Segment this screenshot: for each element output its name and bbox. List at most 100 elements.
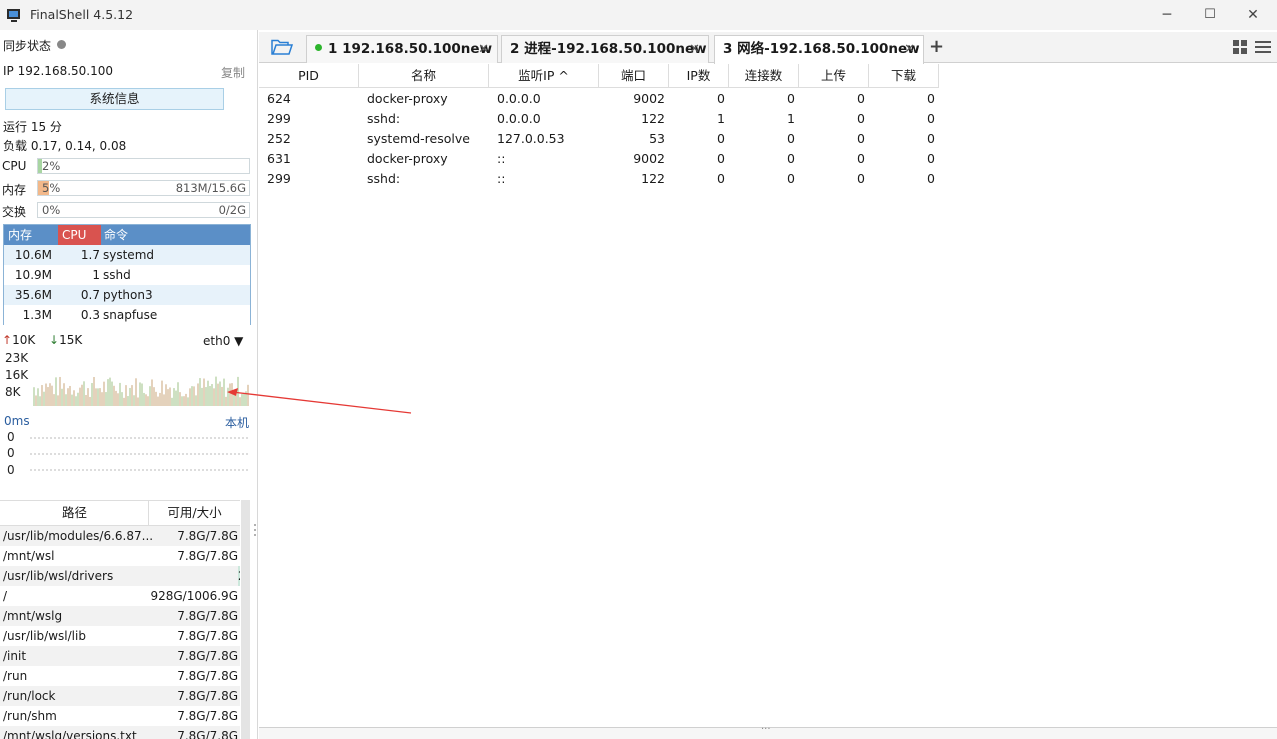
network-y-label: 23K bbox=[5, 351, 29, 365]
col-size[interactable]: 可用/大小 bbox=[148, 501, 240, 525]
cpu-meter: 2% bbox=[37, 158, 250, 174]
disk-path: /run/shm bbox=[3, 709, 57, 723]
uptime: 运行 15 分 bbox=[3, 120, 62, 134]
table-cell: 0 bbox=[857, 131, 865, 146]
table-row[interactable]: 624 docker-proxy 0.0.0.0 9002 0 0 0 0 bbox=[259, 89, 939, 109]
disk-row[interactable]: /usr/lib/wsl/lib 7.8G/7.8G bbox=[0, 626, 240, 646]
disk-path: /usr/lib/wsl/drivers bbox=[3, 569, 114, 583]
latency-y-label: 0 bbox=[7, 446, 15, 460]
tab-close-icon[interactable]: ✕ bbox=[478, 36, 489, 63]
disk-path: /usr/lib/wsl/lib bbox=[3, 629, 86, 643]
system-info-button[interactable]: 系统信息 bbox=[5, 88, 224, 110]
process-mem: 10.6M bbox=[14, 248, 52, 262]
tab-close-icon[interactable]: ✕ bbox=[689, 36, 700, 63]
table-row[interactable]: 299 sshd::: 122 0 0 0 0 bbox=[259, 169, 939, 189]
col-mem[interactable]: 内存 bbox=[8, 225, 32, 245]
sync-status: 同步状态 bbox=[3, 37, 67, 54]
table-cell: 1 bbox=[787, 111, 795, 126]
table-cell: sshd: bbox=[367, 111, 401, 126]
column-header[interactable]: 监听IP ^ bbox=[489, 64, 599, 88]
column-header[interactable]: 下载 bbox=[869, 64, 939, 88]
table-row[interactable]: 631 docker-proxy:: 9002 0 0 0 0 bbox=[259, 149, 939, 169]
column-header[interactable]: 名称 bbox=[359, 64, 489, 88]
disk-row[interactable]: /run/shm 7.8G/7.8G bbox=[0, 706, 240, 726]
column-header[interactable]: IP数 bbox=[669, 64, 729, 88]
col-cmd[interactable]: 命令 bbox=[104, 225, 128, 245]
table-header: PID 名称 监听IP ^ 端口 IP数 连接数 上传 下载 bbox=[259, 64, 939, 88]
table-cell: 0 bbox=[927, 131, 935, 146]
sync-status-dot-icon bbox=[57, 40, 67, 49]
disk-row[interactable]: / 928G/1006.9G bbox=[0, 586, 240, 606]
disk-path: /usr/lib/modules/6.6.87... bbox=[3, 529, 154, 543]
col-cpu[interactable]: CPU bbox=[58, 225, 101, 245]
disk-row[interactable]: /init 7.8G/7.8G bbox=[0, 646, 240, 666]
column-header[interactable]: PID bbox=[259, 64, 359, 88]
folder-icon[interactable] bbox=[271, 39, 293, 56]
app-icon bbox=[7, 9, 20, 22]
process-mem: 35.6M bbox=[14, 288, 52, 302]
table-cell: 252 bbox=[267, 131, 291, 146]
swap-percent: 0% bbox=[42, 203, 61, 217]
close-button[interactable]: ✕ bbox=[1243, 6, 1263, 24]
tab-network[interactable]: 3 网络-192.168.50.100new ✕ bbox=[714, 35, 924, 64]
process-cmd: sshd bbox=[103, 268, 131, 282]
mem-detail: 813M/15.6G bbox=[175, 181, 246, 195]
list-view-icon[interactable] bbox=[1255, 41, 1271, 53]
column-header[interactable]: 连接数 bbox=[729, 64, 799, 88]
disk-row[interactable]: /mnt/wsl 7.8G/7.8G bbox=[0, 546, 240, 566]
grid-view-icon[interactable] bbox=[1233, 40, 1247, 54]
splitter-grip-icon[interactable]: ··· bbox=[761, 724, 771, 735]
maximize-button[interactable]: ☐ bbox=[1200, 6, 1220, 24]
splitter-grip-icon[interactable] bbox=[253, 522, 257, 538]
interface-select[interactable]: eth0 ▼ bbox=[203, 334, 243, 348]
process-row[interactable]: 35.6M 0.7 python3 bbox=[4, 285, 250, 305]
table-cell: 299 bbox=[267, 171, 291, 186]
table-cell: 624 bbox=[267, 91, 291, 106]
mem-meter: 5% 813M/15.6G bbox=[37, 180, 250, 196]
swap-meter: 0% 0/2G bbox=[37, 202, 250, 218]
table-row[interactable]: 252 systemd-resolve 127.0.0.53 53 0 0 0 0 bbox=[259, 129, 939, 149]
cpu-percent: 2% bbox=[42, 159, 61, 173]
table-row[interactable]: 299 sshd: 0.0.0.0 122 1 1 0 0 bbox=[259, 109, 939, 129]
disk-row[interactable]: /usr/lib/modules/6.6.87... 7.8G/7.8G bbox=[0, 526, 240, 546]
table-cell: 0 bbox=[857, 171, 865, 186]
process-row[interactable]: 10.9M 1 sshd bbox=[4, 265, 250, 285]
table-cell: 0 bbox=[717, 131, 725, 146]
mem-percent: 5% bbox=[42, 181, 61, 195]
tab-process[interactable]: 2 进程-192.168.50.100new ✕ bbox=[501, 35, 709, 63]
table-cell: docker-proxy bbox=[367, 91, 448, 106]
column-header[interactable]: 端口 bbox=[599, 64, 669, 88]
disk-size: 7.8G/7.8G bbox=[177, 549, 238, 563]
table-cell: 0 bbox=[787, 171, 795, 186]
disk-row[interactable]: /mnt/wslg/versions.txt 7.8G/7.8G bbox=[0, 726, 240, 739]
add-tab-icon[interactable]: + bbox=[929, 36, 944, 57]
disk-size: 7.8G/7.8G bbox=[177, 649, 238, 663]
process-row[interactable]: 10.6M 1.7 systemd bbox=[4, 245, 250, 265]
tab-session-1[interactable]: 1 192.168.50.100new ✕ bbox=[306, 35, 498, 63]
disk-path: / bbox=[3, 589, 8, 603]
process-cmd: systemd bbox=[103, 248, 154, 262]
disk-size: 7.8G/7.8G bbox=[177, 729, 238, 739]
process-row[interactable]: 1.3M 0.3 snapfuse bbox=[4, 305, 250, 325]
process-table-header: 内存 CPU 命令 bbox=[4, 225, 250, 245]
copy-ip-button[interactable]: 复制 bbox=[221, 64, 245, 81]
minimize-button[interactable]: ─ bbox=[1157, 6, 1177, 24]
download-arrow-icon: ↓ bbox=[49, 333, 60, 347]
table-cell: 631 bbox=[267, 151, 291, 166]
disk-size: 7.8G/7.8G bbox=[177, 529, 238, 543]
table-cell: systemd-resolve bbox=[367, 131, 470, 146]
table-cell: 127.0.0.53 bbox=[497, 131, 565, 146]
disk-row[interactable]: /mnt/wslg 7.8G/7.8G bbox=[0, 606, 240, 626]
bottom-splitter[interactable]: ··· bbox=[259, 724, 1277, 739]
tab-close-icon[interactable]: ✕ bbox=[904, 36, 915, 63]
table-cell: 0 bbox=[787, 151, 795, 166]
table-cell: 122 bbox=[641, 171, 665, 186]
col-path[interactable]: 路径 bbox=[62, 501, 87, 525]
disk-scrollbar[interactable] bbox=[241, 500, 250, 739]
disk-row[interactable]: /run/lock 7.8G/7.8G bbox=[0, 686, 240, 706]
column-header[interactable]: 上传 bbox=[799, 64, 869, 88]
disk-row[interactable]: /usr/lib/wsl/drivers130.9G/237.5G bbox=[0, 566, 240, 586]
process-cpu: 1.7 bbox=[80, 248, 100, 262]
disk-row[interactable]: /run 7.8G/7.8G bbox=[0, 666, 240, 686]
disk-size: 7.8G/7.8G bbox=[177, 609, 238, 623]
